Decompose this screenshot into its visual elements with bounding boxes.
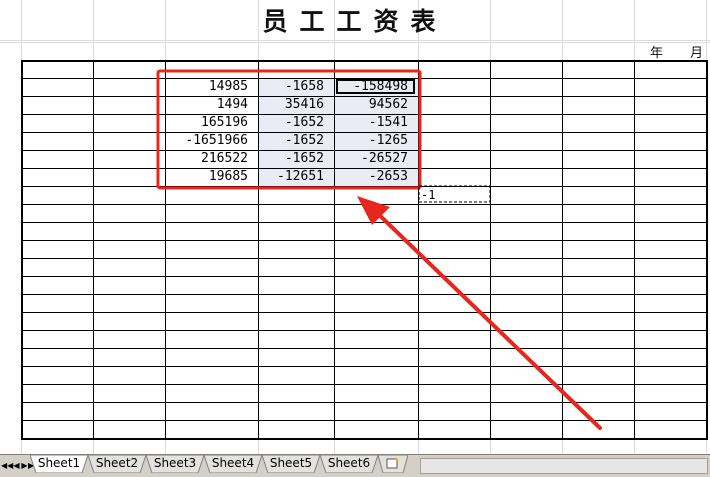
sheet-tab-bar: ◀◀ ◀ ▶ ▶▶ Sheet1 Sheet2 Sheet3 Sheet4 Sh… bbox=[0, 454, 710, 477]
annotation-overlay bbox=[156, 69, 602, 430]
spreadsheet-grid[interactable]: 员工工资表 年 月 14985 -1658 -158498 1494 35416 9456… bbox=[0, 0, 710, 454]
tab-sheet2[interactable]: Sheet2 bbox=[88, 455, 146, 473]
copied-cell[interactable]: -1 bbox=[421, 186, 481, 204]
pointer-arrow-line bbox=[370, 206, 602, 430]
highlight-rectangle bbox=[156, 69, 422, 190]
first-sheet-icon[interactable]: ◀◀ bbox=[1, 458, 13, 473]
tab-sheet6[interactable]: Sheet6 bbox=[320, 455, 378, 473]
tab-sheet4[interactable]: Sheet4 bbox=[204, 455, 262, 473]
horizontal-scrollbar[interactable] bbox=[420, 458, 708, 474]
tab-sheet5[interactable]: Sheet5 bbox=[262, 455, 320, 473]
tab-sheet1[interactable]: Sheet1 bbox=[30, 455, 88, 473]
tab-sheet3[interactable]: Sheet3 bbox=[146, 455, 204, 473]
insert-sheet-icon[interactable] bbox=[378, 455, 408, 473]
